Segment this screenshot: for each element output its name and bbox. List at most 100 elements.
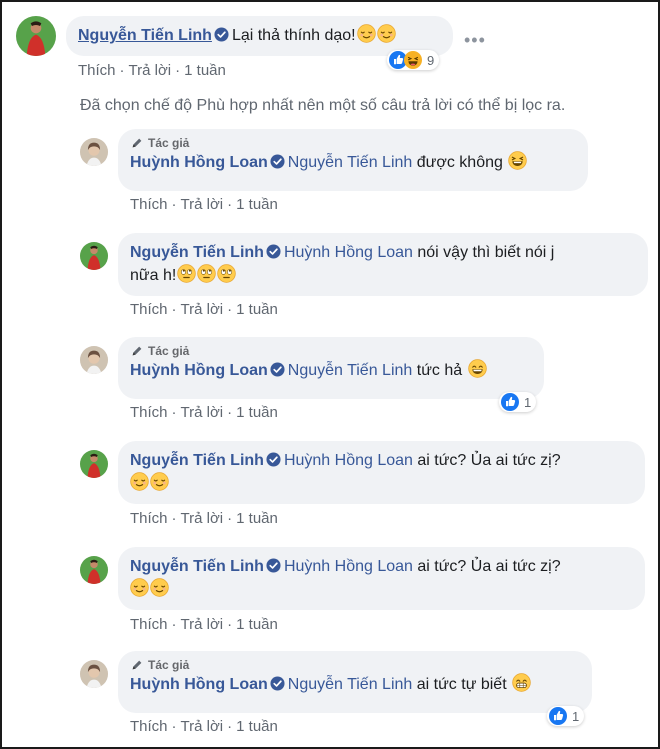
mention-link[interactable]: Huỳnh Hồng Loan (284, 244, 413, 261)
mention-link[interactable]: Huỳnh Hồng Loan (284, 452, 413, 469)
avatar-image (80, 556, 108, 584)
timestamp[interactable]: 1 tuần (184, 62, 226, 79)
author-tag-label: Tác giả (148, 136, 190, 150)
reaction-summary[interactable]: 1 (499, 392, 537, 412)
author-name[interactable]: Nguyễn Tiến Linh (130, 452, 264, 469)
author-name[interactable]: Nguyễn Tiến Linh (130, 558, 264, 575)
separator: · (227, 718, 233, 735)
comment-actions: Thích · Trả lời · 1 tuần (130, 196, 278, 213)
beaming-emoji (512, 673, 531, 692)
verified-badge-icon (270, 676, 285, 691)
separator: · (227, 510, 233, 527)
avatar[interactable] (80, 242, 108, 270)
comment-text: ai tức tự biết (416, 676, 507, 693)
reply-link[interactable]: Trả lời (181, 616, 224, 633)
reply-link[interactable]: Trả lời (181, 510, 224, 527)
verified-badge-icon (270, 362, 285, 377)
avatar[interactable] (16, 16, 56, 56)
verified-badge-icon (214, 27, 229, 42)
reaction-count: 1 (572, 708, 580, 724)
author-name[interactable]: Huỳnh Hồng Loan (130, 154, 268, 171)
avatar-image (80, 450, 108, 478)
comment-bubble: Tác giả Huỳnh Hồng Loan Nguyễn Tiến Linh … (118, 337, 544, 399)
reply-link[interactable]: Trả lời (181, 301, 224, 318)
avatar-image (80, 138, 108, 166)
author-name[interactable]: Huỳnh Hồng Loan (130, 362, 268, 379)
reaction-count: 9 (427, 52, 435, 68)
author-tag: Tác giả (130, 136, 576, 150)
verified-badge-icon (266, 558, 281, 573)
mention-link[interactable]: Nguyễn Tiến Linh (288, 362, 413, 379)
mention-link[interactable]: Huỳnh Hồng Loan (284, 558, 413, 575)
reply-link[interactable]: Trả lời (129, 62, 172, 79)
mention-link[interactable]: Nguyễn Tiến Linh (288, 676, 413, 693)
relieved-emoji (130, 578, 149, 597)
relieved-emoji (377, 24, 396, 43)
rolling-eyes-emoji (177, 264, 196, 283)
timestamp[interactable]: 1 tuần (236, 718, 278, 735)
author-tag-label: Tác giả (148, 344, 190, 358)
comment-text-line: nữa h! (130, 267, 177, 284)
reaction-count: 1 (524, 394, 532, 410)
filter-notice: Đã chọn chế độ Phù hợp nhất nên một số c… (80, 97, 566, 114)
like-icon (501, 393, 519, 411)
comment-actions: Thích · Trả lời · 1 tuần (130, 301, 278, 318)
comment-text-line: nói vậy thì biết nói j (417, 244, 555, 261)
author-tag: Tác giả (130, 658, 580, 672)
timestamp[interactable]: 1 tuần (236, 616, 278, 633)
author-tag: Tác giả (130, 344, 532, 358)
verified-badge-icon (266, 244, 281, 259)
comment-text: được không (416, 154, 503, 171)
rolling-eyes-emoji (197, 264, 216, 283)
author-name[interactable]: Huỳnh Hồng Loan (130, 676, 268, 693)
comment-bubble: Tác giả Huỳnh Hồng Loan Nguyễn Tiến Linh … (118, 651, 592, 713)
like-link[interactable]: Thích (130, 301, 168, 318)
avatar-image (80, 242, 108, 270)
grinning-emoji (468, 359, 487, 378)
separator: · (171, 404, 177, 421)
like-link[interactable]: Thích (130, 196, 168, 213)
separator: · (171, 718, 177, 735)
author-tag-label: Tác giả (148, 658, 190, 672)
author-name[interactable]: Nguyễn Tiến Linh (130, 244, 264, 261)
like-link[interactable]: Thích (78, 62, 116, 79)
mention-link[interactable]: Nguyễn Tiến Linh (288, 154, 413, 171)
verified-badge-icon (266, 452, 281, 467)
avatar[interactable] (80, 450, 108, 478)
like-link[interactable]: Thích (130, 616, 168, 633)
avatar[interactable] (80, 660, 108, 688)
comment-text: ai tức? Ủa ai tức zị? (417, 452, 561, 469)
timestamp[interactable]: 1 tuần (236, 510, 278, 527)
reaction-summary[interactable]: 9 (387, 50, 440, 70)
like-link[interactable]: Thích (130, 510, 168, 527)
separator: · (171, 196, 177, 213)
reply-link[interactable]: Trả lời (181, 404, 224, 421)
reply-link[interactable]: Trả lời (181, 718, 224, 735)
avatar-image (16, 16, 56, 56)
separator: · (171, 301, 177, 318)
avatar[interactable] (80, 346, 108, 374)
like-link[interactable]: Thích (130, 404, 168, 421)
avatar[interactable] (80, 556, 108, 584)
timestamp[interactable]: 1 tuần (236, 196, 278, 213)
avatar[interactable] (80, 138, 108, 166)
separator: · (175, 62, 181, 79)
reply-link[interactable]: Trả lời (181, 196, 224, 213)
author-name[interactable]: Nguyễn Tiến Linh (78, 27, 212, 44)
relieved-emoji (357, 24, 376, 43)
reaction-summary[interactable]: 1 (547, 706, 585, 726)
timestamp[interactable]: 1 tuần (236, 404, 278, 421)
laughing-emoji (508, 151, 527, 170)
like-icon (549, 707, 567, 725)
comment-bubble: Tác giả Huỳnh Hồng Loan Nguyễn Tiến Linh … (118, 129, 588, 191)
timestamp[interactable]: 1 tuần (236, 301, 278, 318)
rolling-eyes-emoji (217, 264, 236, 283)
like-link[interactable]: Thích (130, 718, 168, 735)
separator: · (227, 616, 233, 633)
more-options-icon[interactable]: ••• (464, 30, 486, 51)
comment-text: ai tức? Ủa ai tức zị? (417, 558, 561, 575)
separator: · (227, 301, 233, 318)
comment-actions: Thích · Trả lời · 1 tuần (130, 718, 278, 735)
pencil-icon (130, 136, 144, 150)
avatar-image (80, 660, 108, 688)
